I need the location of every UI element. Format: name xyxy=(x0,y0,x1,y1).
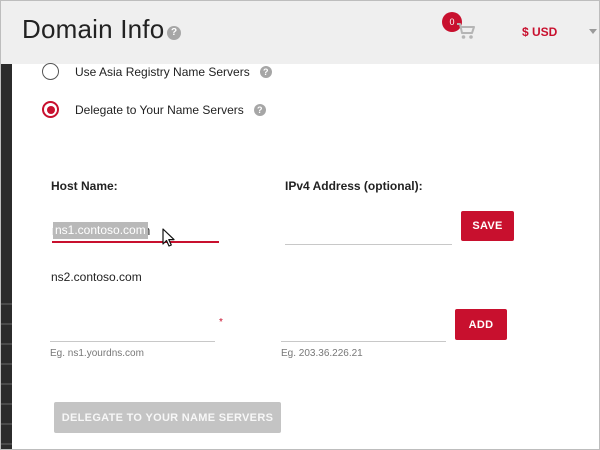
required-asterisk: * xyxy=(219,317,223,328)
help-icon[interactable]: ? xyxy=(259,65,272,78)
currency-selector[interactable]: $ USD xyxy=(522,25,557,39)
new-host-name-input[interactable] xyxy=(50,318,215,342)
chevron-down-icon[interactable] xyxy=(589,29,597,34)
save-button[interactable]: SAVE xyxy=(461,211,514,241)
asia-registry-label: Use Asia Registry Name Servers xyxy=(75,64,250,79)
host-name-label: Host Name: xyxy=(51,179,118,193)
new-ipv4-input[interactable] xyxy=(281,318,446,342)
ipv4-label: IPv4 Address (optional): xyxy=(285,179,423,193)
host-name-2-value: ns2.contoso.com xyxy=(51,270,142,284)
option-delegate[interactable]: Delegate to Your Name Servers ? xyxy=(42,101,266,118)
left-strip-marks xyxy=(0,285,12,450)
mouse-cursor-icon xyxy=(162,228,175,247)
title-help-icon[interactable]: ? xyxy=(167,26,181,40)
page-title: Domain Info xyxy=(22,14,165,44)
left-sidebar-strip xyxy=(0,0,12,450)
delegate-radio[interactable] xyxy=(42,101,59,118)
radio-selected-dot xyxy=(46,105,55,114)
cart-icon xyxy=(457,23,475,39)
left-strip-top xyxy=(0,0,12,64)
host-name-1-selection: ns1.contoso.com xyxy=(53,222,148,239)
cart-button[interactable]: 0 xyxy=(442,10,482,46)
host-name-hint: Eg. ns1.yourdns.com xyxy=(50,348,144,359)
ipv4-1-input[interactable] xyxy=(285,221,452,245)
delegate-name-servers-button[interactable]: DELEGATE TO YOUR NAME SERVERS xyxy=(54,402,281,433)
help-icon[interactable]: ? xyxy=(253,103,266,116)
ipv4-hint: Eg. 203.36.226.21 xyxy=(281,348,363,359)
add-button[interactable]: ADD xyxy=(455,309,507,340)
delegate-label: Delegate to Your Name Servers xyxy=(75,102,244,117)
asia-registry-radio[interactable] xyxy=(42,63,59,80)
option-asia-registry[interactable]: Use Asia Registry Name Servers ? xyxy=(42,63,272,80)
page-header: Domain Info ? 0 $ USD xyxy=(12,0,600,64)
